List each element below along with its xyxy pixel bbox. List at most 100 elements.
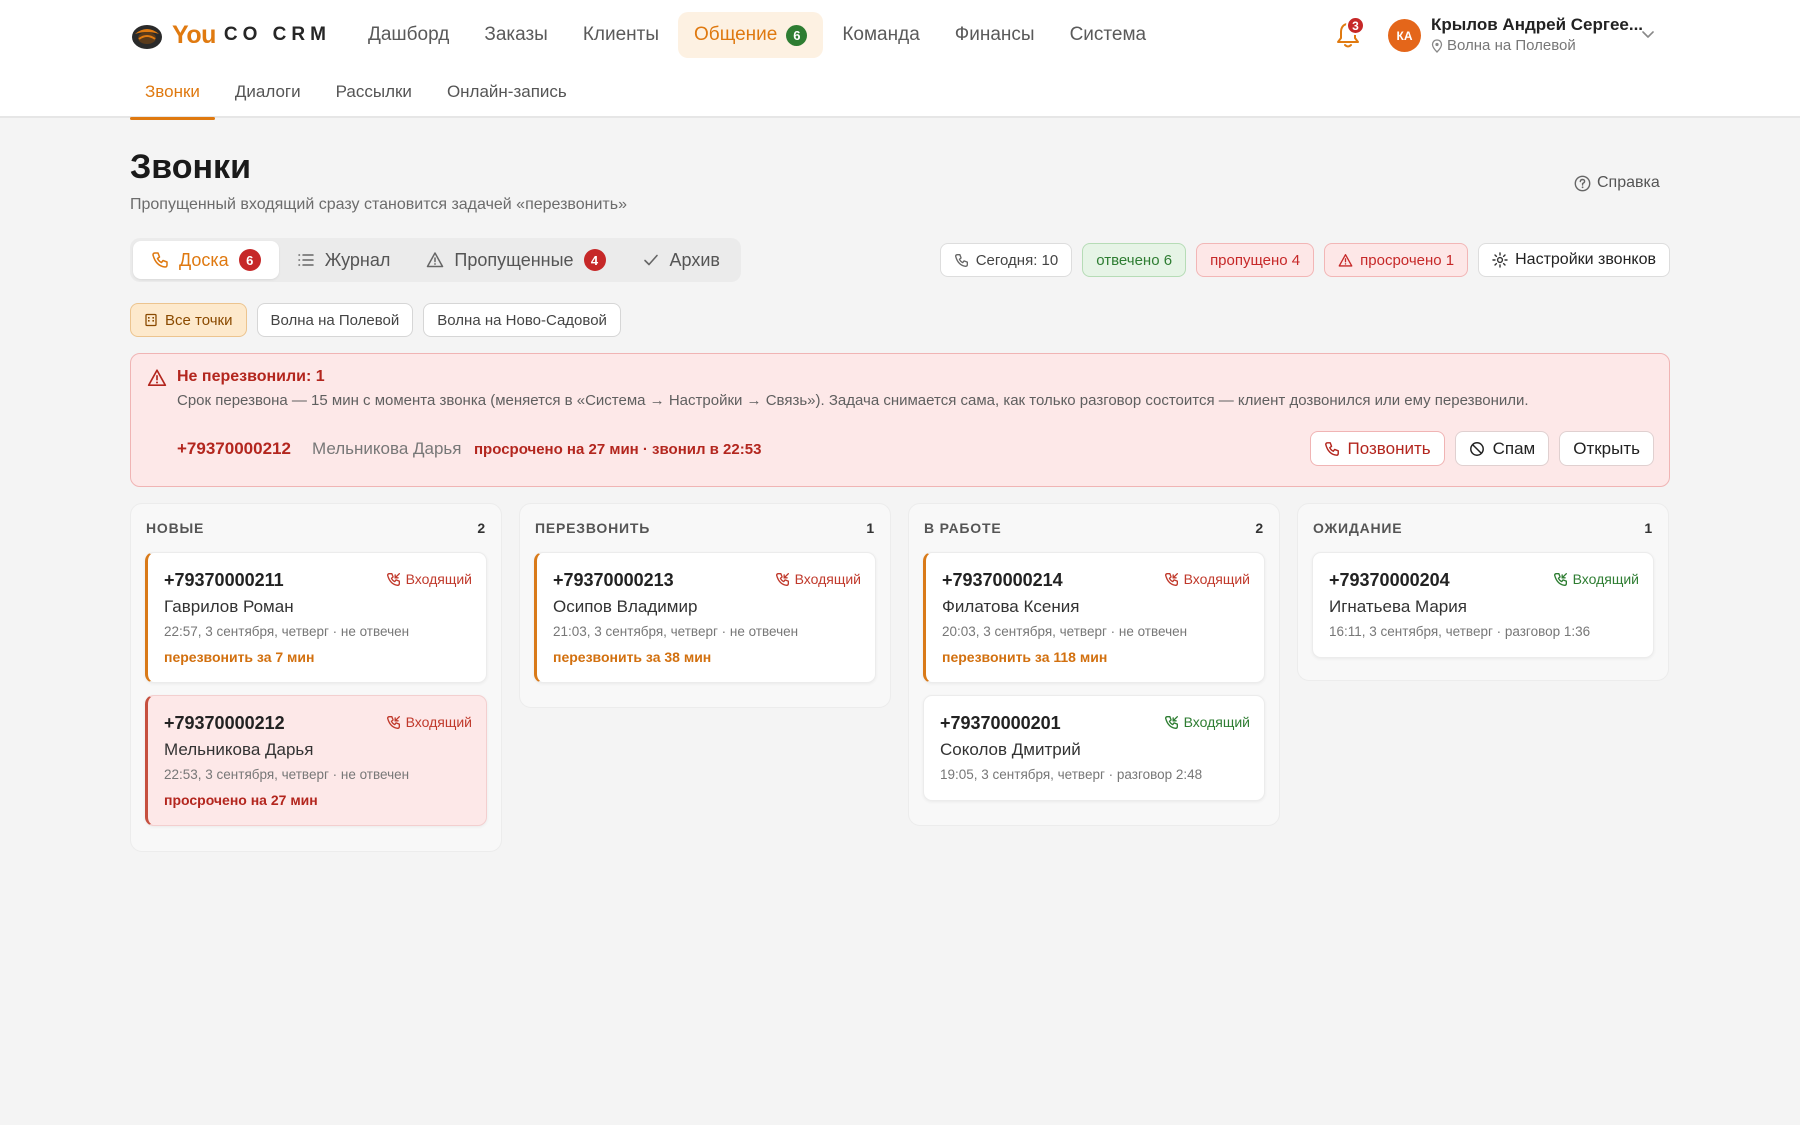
tab-badge: 6 bbox=[238, 249, 261, 271]
sub-nav: Звонки Диалоги Рассылки Онлайн-запись bbox=[130, 72, 587, 120]
location-filter: Все точки Волна на Полевой Волна на Ново… bbox=[130, 303, 631, 337]
help-link[interactable]: Справка bbox=[1574, 174, 1660, 192]
call-button[interactable]: Позвонить bbox=[1309, 431, 1445, 466]
subnav-item-online-booking[interactable]: Онлайн-запись bbox=[432, 72, 582, 118]
card-phone: +79370000213 bbox=[553, 570, 674, 590]
avatar[interactable]: КА bbox=[1388, 19, 1421, 52]
alert-overdue-text: просрочено на 27 мин · звонил в 22:53 bbox=[474, 441, 762, 458]
tab-label: Журнал bbox=[324, 249, 391, 270]
call-button-label: Позвонить bbox=[1347, 438, 1431, 458]
missed-callback-alert: Не перезвонили: 1 Срок перезвона — 15 ми… bbox=[130, 353, 1670, 487]
nav-item-finance[interactable]: Финансы bbox=[939, 12, 1051, 58]
card-client-name: Мельникова Дарья bbox=[164, 740, 314, 759]
call-card[interactable]: +79370000214 Входящий Филатова Ксения 20… bbox=[923, 552, 1265, 683]
top-header: You CO CRM Дашборд Заказы Клиенты Общени… bbox=[0, 0, 1800, 120]
subnav-item-calls[interactable]: Звонки bbox=[130, 72, 215, 120]
help-label: Справка bbox=[1597, 174, 1660, 191]
alert-phone[interactable]: +79370000212 bbox=[177, 439, 291, 459]
card-status: перезвонить за 7 мин bbox=[164, 649, 315, 665]
board-column-new: НОВЫЕ 2 +79370000211 Входящий Гаврилов Р… bbox=[130, 503, 502, 852]
open-button[interactable]: Открыть bbox=[1559, 431, 1654, 466]
stat-answered: отвечено 6 bbox=[1082, 243, 1187, 277]
logo-text-you: You bbox=[172, 20, 216, 49]
tab-missed[interactable]: Пропущенные 4 bbox=[408, 241, 623, 279]
stat-today: Сегодня: 10 bbox=[939, 243, 1073, 277]
location-chip-novo-sadovaya[interactable]: Волна на Ново-Садовой bbox=[423, 303, 621, 337]
column-count: 1 bbox=[1644, 520, 1653, 536]
card-phone: +79370000211 bbox=[164, 570, 284, 590]
page-title: Звонки bbox=[130, 148, 251, 186]
check-icon bbox=[643, 254, 658, 266]
block-icon bbox=[1469, 441, 1484, 456]
nav-item-communication[interactable]: Общение 6 bbox=[678, 12, 824, 58]
notification-badge: 3 bbox=[1346, 16, 1365, 35]
card-direction: Входящий bbox=[386, 714, 472, 730]
main-nav: Дашборд Заказы Клиенты Общение 6 Команда… bbox=[352, 12, 1165, 58]
column-title: ПЕРЕЗВОНИТЬ bbox=[535, 520, 651, 536]
call-card[interactable]: +79370000211 Входящий Гаврилов Роман 22:… bbox=[145, 552, 487, 683]
call-card[interactable]: +79370000213 Входящий Осипов Владимир 21… bbox=[534, 552, 876, 683]
nav-item-clients[interactable]: Клиенты bbox=[567, 12, 675, 58]
board-column-waiting: ОЖИДАНИЕ 1 +79370000204 Входящий Игнатье… bbox=[1297, 503, 1669, 681]
warning-icon bbox=[427, 252, 444, 268]
card-direction: Входящий bbox=[775, 571, 861, 587]
app-logo[interactable]: You CO CRM bbox=[130, 16, 331, 54]
stat-today-label: Сегодня: 10 bbox=[975, 251, 1059, 269]
card-client-name: Осипов Владимир bbox=[553, 597, 698, 616]
card-direction-label: Входящий bbox=[405, 571, 472, 587]
tab-label: Доска bbox=[179, 249, 229, 270]
call-card[interactable]: +79370000204 Входящий Игнатьева Мария 16… bbox=[1312, 552, 1654, 658]
card-client-name: Филатова Ксения bbox=[942, 597, 1080, 616]
user-name[interactable]: Крылов Андрей Сергее... bbox=[1431, 15, 1643, 35]
spam-button[interactable]: Спам bbox=[1454, 431, 1550, 466]
card-direction: Входящий bbox=[386, 571, 472, 587]
phone-icon bbox=[152, 252, 168, 268]
column-header: ОЖИДАНИЕ 1 bbox=[1298, 504, 1668, 552]
card-direction-label: Входящий bbox=[794, 571, 861, 587]
spam-button-label: Спам bbox=[1492, 438, 1536, 458]
incoming-call-icon bbox=[1164, 715, 1178, 729]
call-settings-label: Настройки звонков bbox=[1515, 251, 1656, 268]
card-meta: 20:03, 3 сентября, четверг · не отвечен bbox=[942, 624, 1188, 639]
card-meta: 22:53, 3 сентября, четверг · не отвечен bbox=[164, 767, 410, 782]
tab-archive[interactable]: Архив bbox=[624, 241, 738, 279]
location-chip-label: Все точки bbox=[165, 311, 233, 329]
column-header: В РАБОТЕ 2 bbox=[909, 504, 1279, 552]
card-direction: Входящий bbox=[1553, 571, 1639, 587]
location-chip-all[interactable]: Все точки bbox=[130, 303, 247, 337]
column-title: НОВЫЕ bbox=[146, 520, 205, 536]
tab-badge: 4 bbox=[583, 249, 606, 271]
stat-missed: пропущено 4 bbox=[1196, 243, 1315, 277]
phone-icon bbox=[1324, 441, 1339, 456]
card-status: перезвонить за 38 мин bbox=[553, 649, 712, 665]
stat-overdue-label: просрочено 1 bbox=[1360, 251, 1455, 269]
card-meta: 22:57, 3 сентября, четверг · не отвечен bbox=[164, 624, 410, 639]
tab-label: Пропущенные bbox=[454, 249, 574, 270]
tab-board[interactable]: Доска 6 bbox=[133, 241, 279, 279]
column-title: ОЖИДАНИЕ bbox=[1313, 520, 1403, 536]
column-title: В РАБОТЕ bbox=[924, 520, 1002, 536]
call-card[interactable]: +79370000212 Входящий Мельникова Дарья 2… bbox=[145, 695, 487, 826]
call-settings-button[interactable]: Настройки звонков bbox=[1478, 243, 1670, 277]
column-header: ПЕРЕЗВОНИТЬ 1 bbox=[520, 504, 890, 552]
card-direction-label: Входящий bbox=[1183, 714, 1250, 730]
call-card[interactable]: +79370000201 Входящий Соколов Дмитрий 19… bbox=[923, 695, 1265, 801]
location-chip-polevaya[interactable]: Волна на Полевой bbox=[256, 303, 414, 337]
card-direction-label: Входящий bbox=[1183, 571, 1250, 587]
warning-icon bbox=[147, 369, 167, 387]
location-pin-icon bbox=[1431, 38, 1443, 53]
subnav-item-dialogs[interactable]: Диалоги bbox=[220, 72, 316, 118]
chevron-down-icon[interactable] bbox=[1640, 26, 1656, 42]
alert-title: Не перезвонили: 1 bbox=[177, 368, 325, 385]
column-count: 2 bbox=[1255, 520, 1264, 536]
subnav-item-mailings[interactable]: Рассылки bbox=[321, 72, 427, 118]
tab-journal[interactable]: Журнал bbox=[279, 241, 409, 279]
nav-item-dashboard[interactable]: Дашборд bbox=[352, 12, 465, 58]
nav-item-team[interactable]: Команда bbox=[826, 12, 935, 58]
warning-icon bbox=[1338, 253, 1353, 267]
user-location-label: Волна на Полевой bbox=[1447, 37, 1576, 54]
nav-item-label: Общение bbox=[694, 24, 778, 45]
call-stats: Сегодня: 10 отвечено 6 пропущено 4 проср… bbox=[930, 243, 1670, 277]
nav-item-system[interactable]: Система bbox=[1054, 12, 1163, 58]
nav-item-orders[interactable]: Заказы bbox=[468, 12, 564, 58]
